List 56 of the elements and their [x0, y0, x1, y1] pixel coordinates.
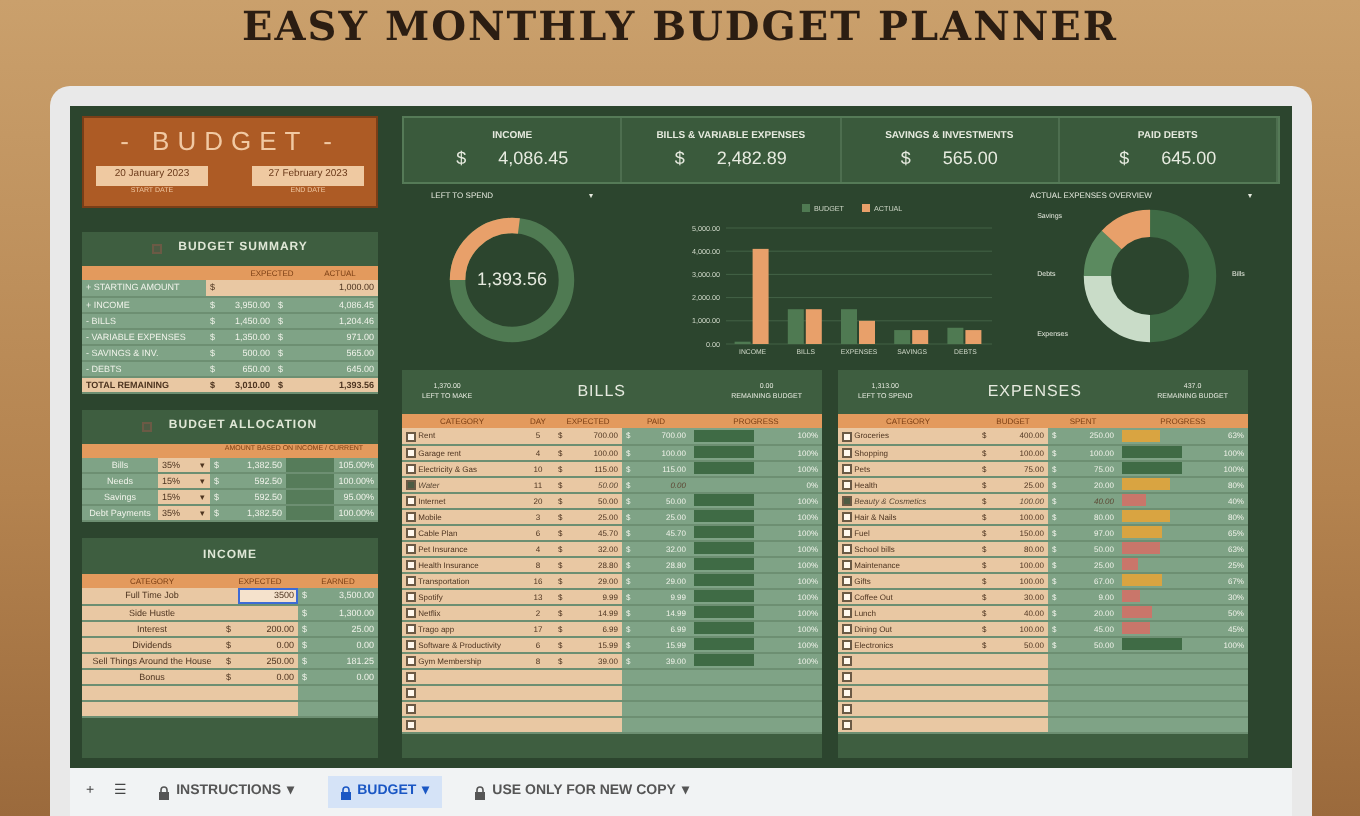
- checkbox[interactable]: [406, 527, 416, 538]
- checkbox[interactable]: [842, 687, 852, 698]
- checkbox[interactable]: [406, 431, 416, 442]
- checkbox[interactable]: [842, 591, 852, 602]
- checkbox[interactable]: [842, 527, 852, 538]
- panel-title: BILLS: [577, 380, 626, 404]
- checkbox[interactable]: [406, 543, 416, 554]
- checkbox[interactable]: [842, 463, 852, 474]
- checkbox[interactable]: [406, 591, 416, 602]
- checkbox[interactable]: [406, 687, 416, 698]
- checkbox[interactable]: [842, 511, 852, 522]
- checkbox[interactable]: [406, 703, 416, 714]
- checkbox[interactable]: [406, 607, 416, 618]
- checkbox[interactable]: [842, 655, 852, 666]
- checkbox[interactable]: [406, 623, 416, 634]
- kpi-value: 565.00: [942, 145, 998, 171]
- checkbox[interactable]: [842, 447, 852, 458]
- checkbox[interactable]: [842, 431, 852, 442]
- bar: [805, 309, 822, 344]
- poster-title: EASY MONTHLY BUDGET PLANNER: [240, 0, 1120, 54]
- checkbox[interactable]: [152, 244, 163, 254]
- checkbox[interactable]: [406, 559, 416, 570]
- checkbox[interactable]: [406, 447, 416, 458]
- checkbox[interactable]: [406, 719, 416, 730]
- checkbox[interactable]: [406, 639, 416, 650]
- kpi-value: 645.00: [1161, 145, 1217, 171]
- panel-title: EXPENSES: [987, 380, 1082, 404]
- checkbox[interactable]: [406, 655, 416, 666]
- checkbox[interactable]: [406, 511, 416, 522]
- checkbox[interactable]: [406, 463, 416, 474]
- checkbox[interactable]: [842, 703, 852, 714]
- checkbox[interactable]: [842, 479, 852, 490]
- bar: [787, 309, 804, 344]
- checkbox[interactable]: [842, 495, 852, 506]
- bar: [947, 327, 964, 344]
- checkbox[interactable]: [842, 575, 852, 586]
- currency-sign: $: [674, 145, 685, 171]
- checkbox[interactable]: [842, 719, 852, 730]
- checkbox[interactable]: [842, 559, 852, 570]
- checkbox[interactable]: [842, 623, 852, 634]
- kpi-value: 2,482.89: [716, 145, 787, 171]
- checkbox[interactable]: [406, 495, 416, 506]
- currency-sign: $: [900, 145, 911, 171]
- checkbox[interactable]: [142, 421, 153, 431]
- checkbox[interactable]: [842, 543, 852, 554]
- budget-title: - BUDGET -: [118, 126, 342, 158]
- checkbox[interactable]: [406, 575, 416, 586]
- donut-center-value: 1,393.56: [476, 266, 548, 293]
- checkbox[interactable]: [842, 607, 852, 618]
- kpi-value: 4,086.45: [498, 145, 569, 171]
- currency-sign: $: [1119, 145, 1130, 171]
- checkbox[interactable]: [406, 671, 416, 682]
- checkbox[interactable]: [842, 671, 852, 682]
- checkbox[interactable]: [842, 639, 852, 650]
- checkbox[interactable]: [406, 479, 416, 490]
- currency-sign: $: [456, 145, 467, 171]
